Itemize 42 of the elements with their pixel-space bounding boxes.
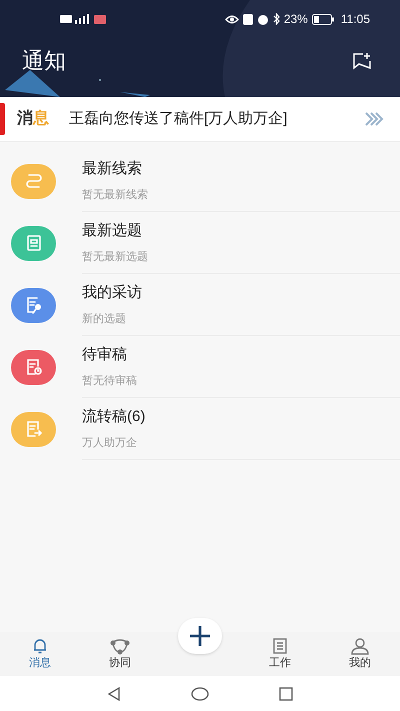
row-title: 待审稿: [82, 345, 128, 365]
row-subtitle: 新的选题: [82, 312, 127, 326]
home-icon[interactable]: [191, 686, 209, 700]
route-icon: [24, 171, 44, 191]
tab[interactable]: 工作: [269, 636, 291, 671]
chevrons-right-icon: [364, 112, 384, 126]
add-bookmark-button[interactable]: [352, 52, 372, 70]
clock-time: 11:05: [340, 11, 370, 28]
row-subtitle: 暂无最新线索: [82, 188, 149, 202]
notification-row[interactable]: 待审稿 暂无待审稿: [0, 336, 400, 398]
battery-icon: [312, 14, 334, 24]
back-icon[interactable]: [107, 686, 121, 700]
list-icon: [271, 636, 289, 654]
bell-icon: [31, 636, 49, 654]
bookmark-plus-icon: [352, 52, 372, 70]
notification-row[interactable]: 我的采访 新的选题: [0, 274, 400, 336]
bluetooth-icon: [272, 13, 280, 25]
tab[interactable]: 协同: [109, 636, 131, 671]
add-button[interactable]: [178, 618, 222, 654]
message-banner[interactable]: 消息 王磊向您传送了稿件[万人助万企]: [0, 97, 400, 142]
row-title: 流转稿(6): [82, 407, 146, 427]
notification-row[interactable]: 最新线索 暂无最新线索: [0, 150, 400, 212]
row-title: 我的采访: [82, 283, 143, 303]
notification-row[interactable]: 最新选题 暂无最新选题: [0, 212, 400, 274]
plus-icon: [189, 625, 211, 647]
eye-icon: [224, 14, 239, 24]
row-subtitle: 暂无待审稿: [82, 374, 138, 388]
tab[interactable]: 消息: [29, 636, 51, 671]
row-title: 最新选题: [82, 221, 143, 241]
user-icon: [350, 636, 370, 654]
banner-label: 消息: [17, 108, 49, 129]
banner-message: 王磊向您传送了稿件[万人助万企]: [69, 108, 288, 129]
row-title: 最新线索: [82, 159, 143, 179]
notification-row[interactable]: 流转稿(6) 万人助万企: [0, 398, 400, 460]
tab[interactable]: 我的: [349, 636, 371, 671]
signal-icon: [75, 14, 91, 24]
battery-percent: 23%: [284, 11, 308, 28]
recents-icon[interactable]: [279, 686, 293, 700]
row-subtitle: 暂无最新选题: [82, 250, 149, 264]
network-icon: [109, 636, 131, 654]
page-title: 通知: [22, 47, 66, 75]
row-subtitle: 万人助万企: [82, 436, 138, 450]
